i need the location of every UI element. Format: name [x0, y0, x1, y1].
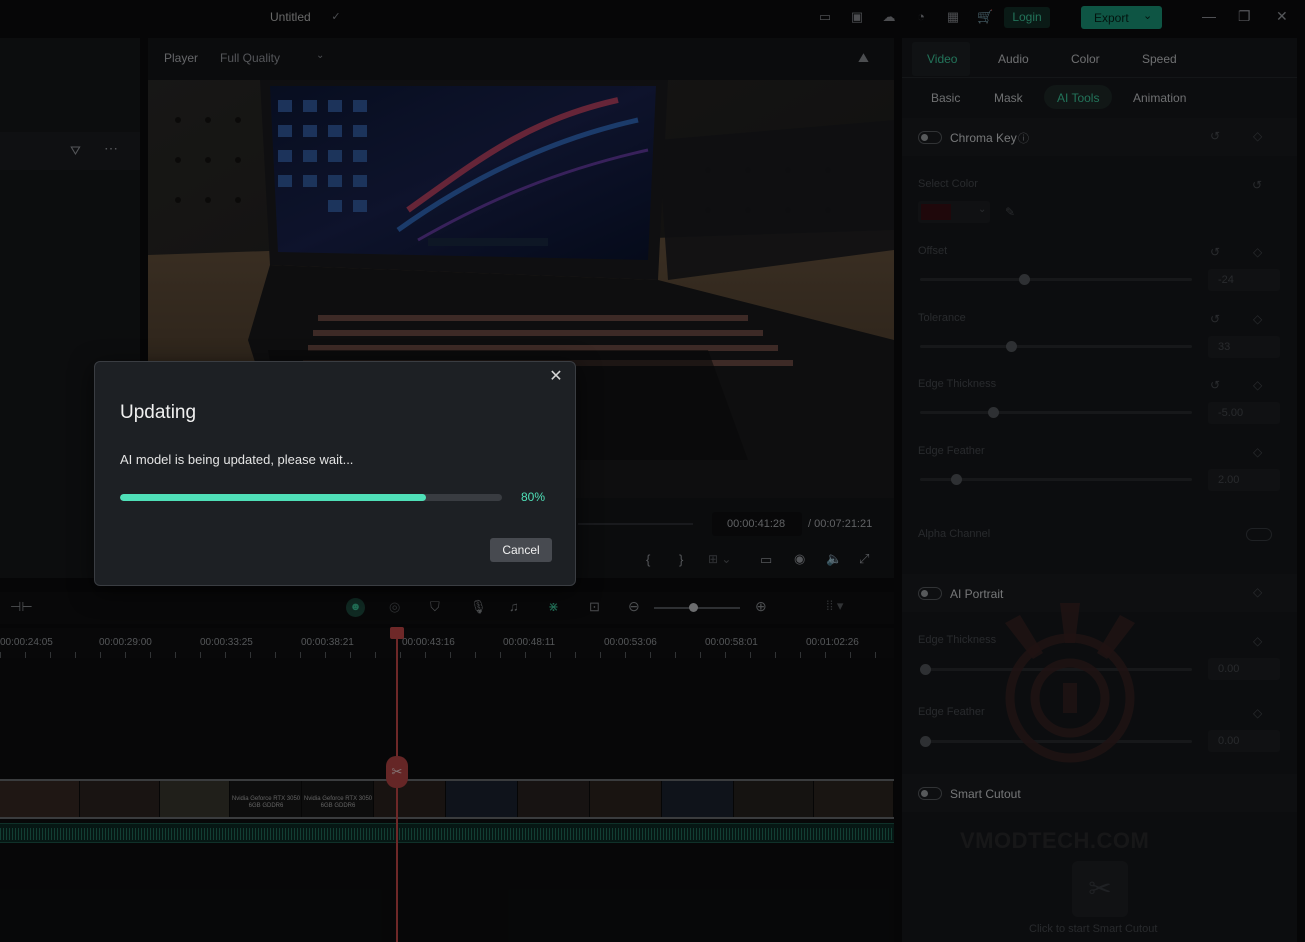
- close-icon[interactable]: ✕: [549, 369, 563, 385]
- app-window: Untitled ✓ ▭ ▣ ☁ ◔ ▦ 🛒 Login Export ⌄ — …: [0, 0, 1305, 942]
- dialog-title: Updating: [120, 402, 197, 423]
- progress-fill: [120, 494, 426, 501]
- updating-dialog: ✕ Updating AI model is being updated, pl…: [94, 361, 576, 586]
- progress-percent: 80%: [521, 490, 546, 504]
- dialog-message: AI model is being updated, please wait..…: [120, 452, 354, 467]
- progress-bar: [120, 494, 502, 501]
- cancel-button[interactable]: Cancel: [490, 538, 552, 562]
